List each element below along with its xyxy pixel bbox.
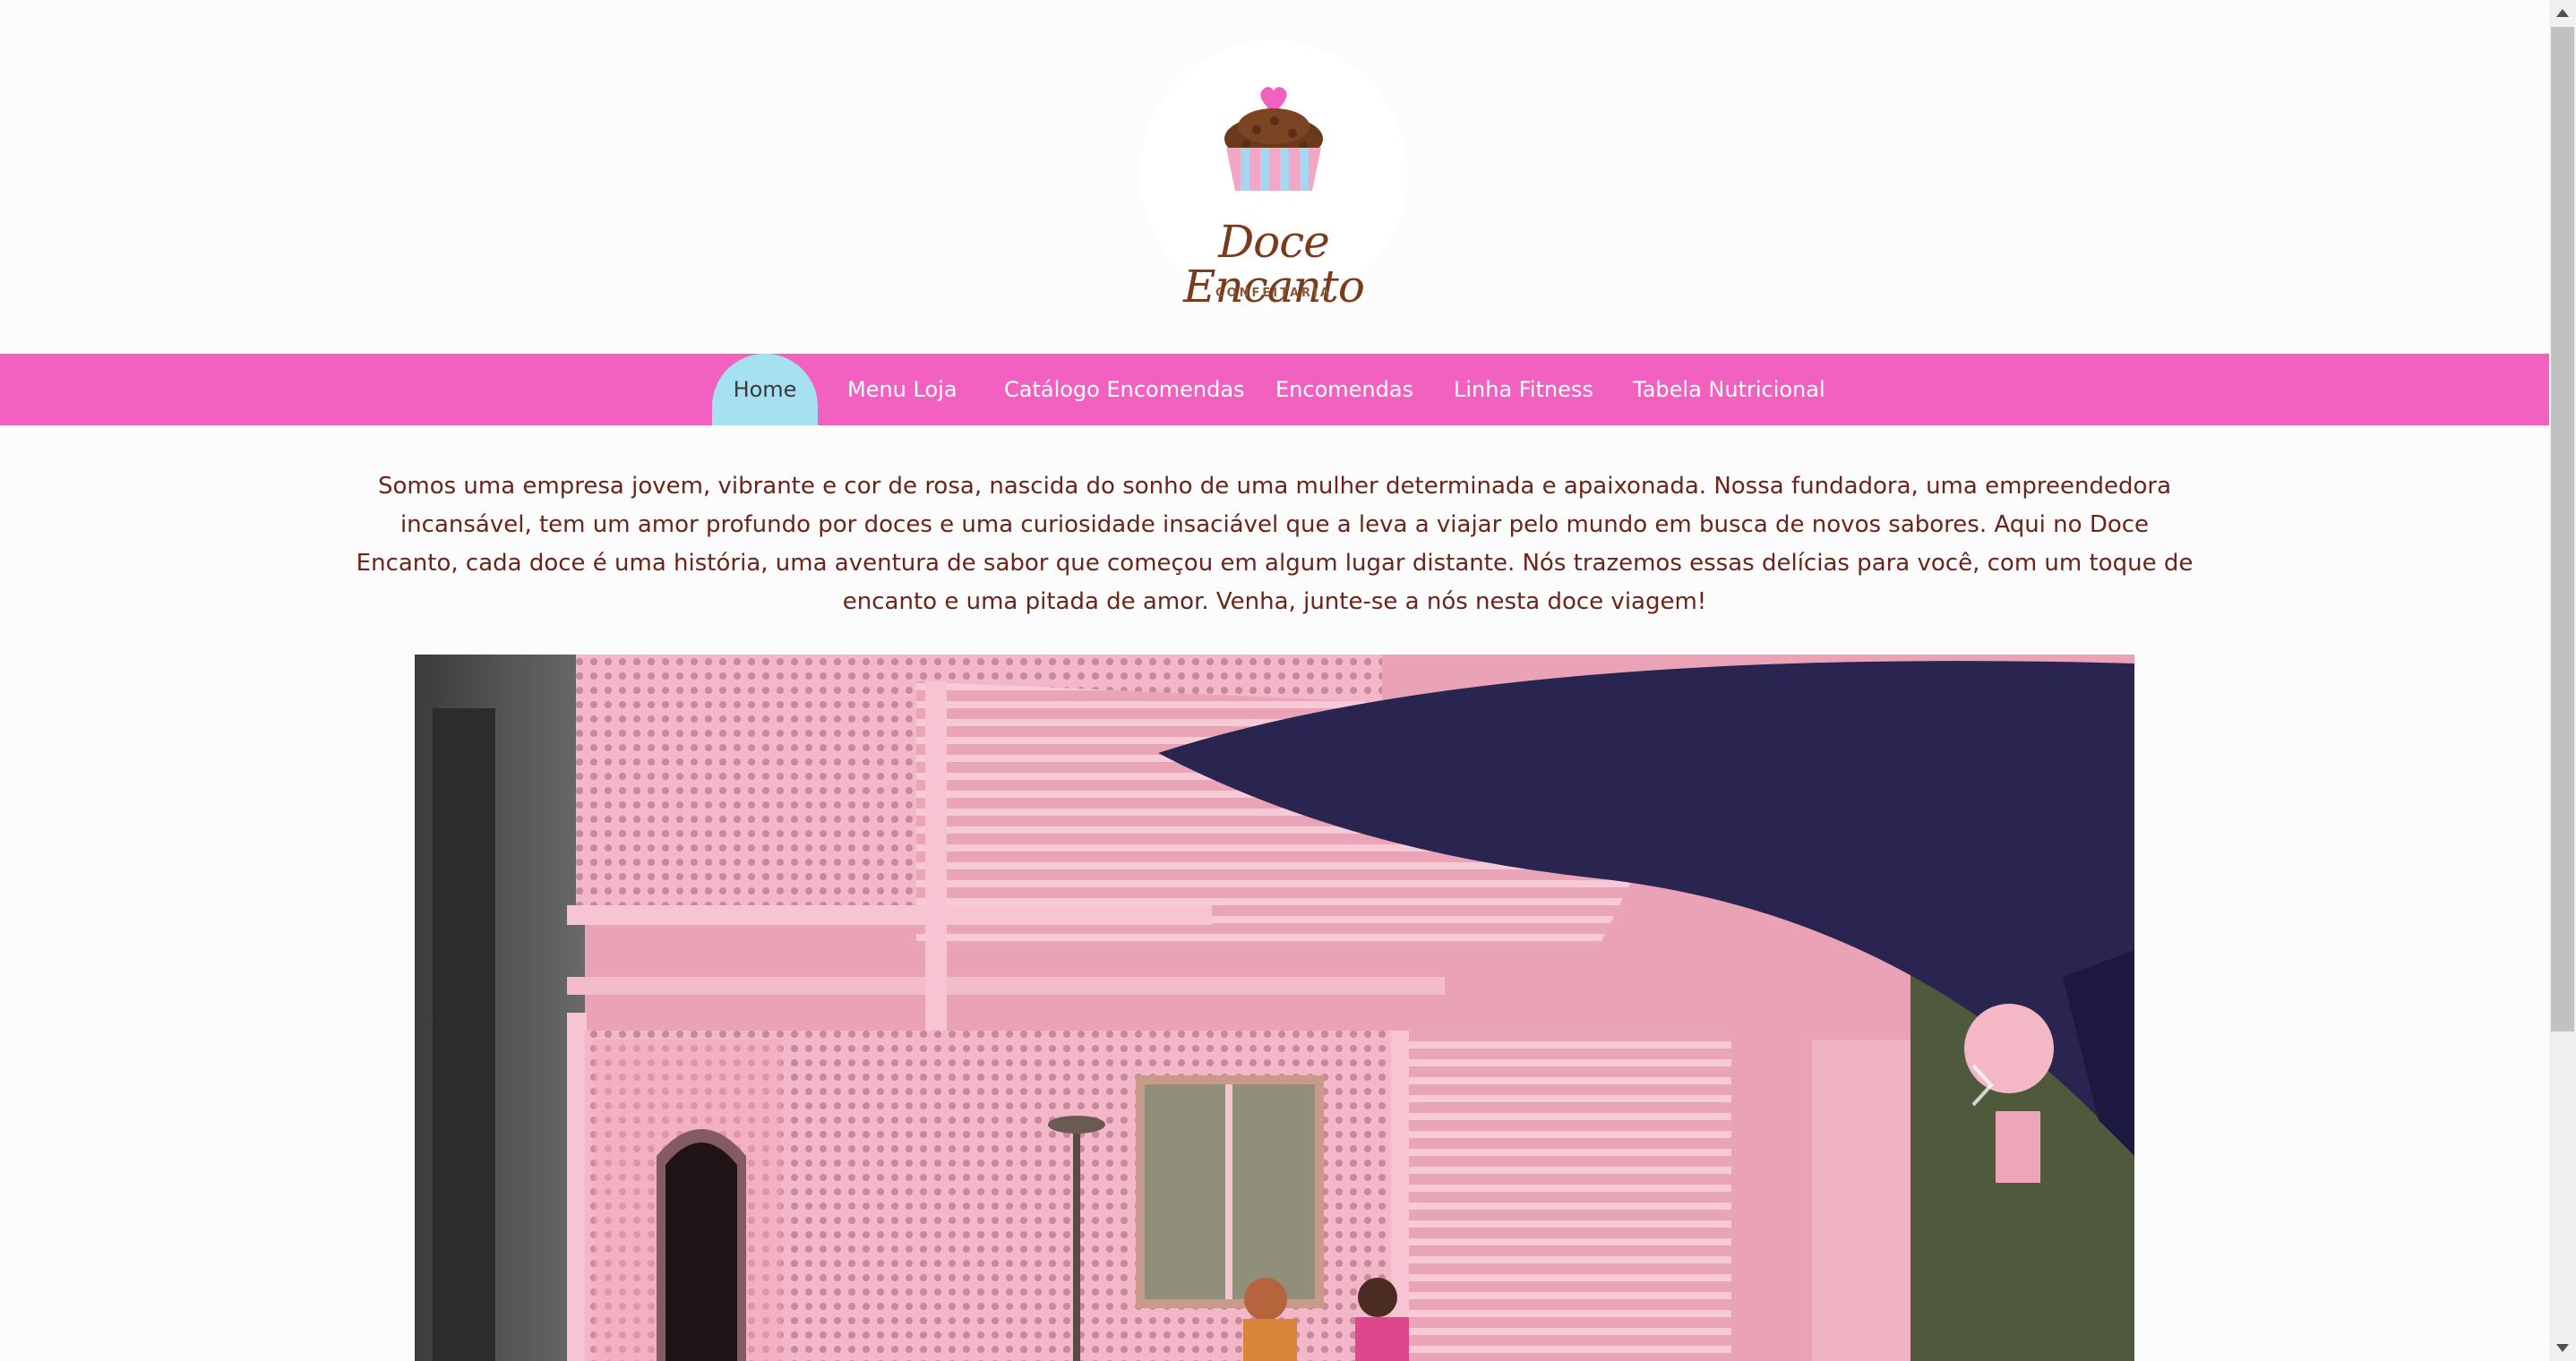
page: Doce Encanto CONFEITARIA Home Menu Loja … bbox=[0, 0, 2576, 1361]
nav-item-tabela-nutricional[interactable]: Tabela Nutricional bbox=[1633, 354, 1825, 425]
scroll-down-button[interactable] bbox=[2549, 1334, 2576, 1361]
arrow-up-icon bbox=[2556, 9, 2569, 17]
logo[interactable]: Doce Encanto CONFEITARIA bbox=[1140, 40, 1407, 309]
chevron-right-icon bbox=[1971, 1064, 1994, 1107]
scroll-thumb[interactable] bbox=[2551, 27, 2574, 1031]
nav-item-linha-fitness[interactable]: Linha Fitness bbox=[1454, 354, 1593, 425]
scroll-up-button[interactable] bbox=[2549, 0, 2576, 27]
nav-item-encomendas[interactable]: Encomendas bbox=[1275, 354, 1413, 425]
nav-item-home[interactable]: Home bbox=[712, 354, 818, 425]
nav-item-catalogo-encomendas[interactable]: Catálogo Encomendas bbox=[1004, 354, 1245, 425]
vertical-scrollbar[interactable] bbox=[2549, 0, 2576, 1361]
hero-carousel[interactable] bbox=[415, 655, 2134, 1361]
carousel-next-button[interactable] bbox=[1964, 1058, 2000, 1112]
arrow-down-icon bbox=[2556, 1344, 2569, 1352]
nav-item-menu-loja[interactable]: Menu Loja bbox=[847, 354, 957, 425]
main-nav: Home Menu Loja Catálogo Encomendas Encom… bbox=[0, 354, 2549, 425]
intro-text: Somos uma empresa jovem, vibrante e cor … bbox=[356, 473, 2194, 615]
storefront-photo bbox=[415, 655, 2134, 1361]
logo-subtitle: CONFEITARIA bbox=[1215, 287, 1332, 300]
header: Doce Encanto CONFEITARIA bbox=[0, 0, 2549, 354]
